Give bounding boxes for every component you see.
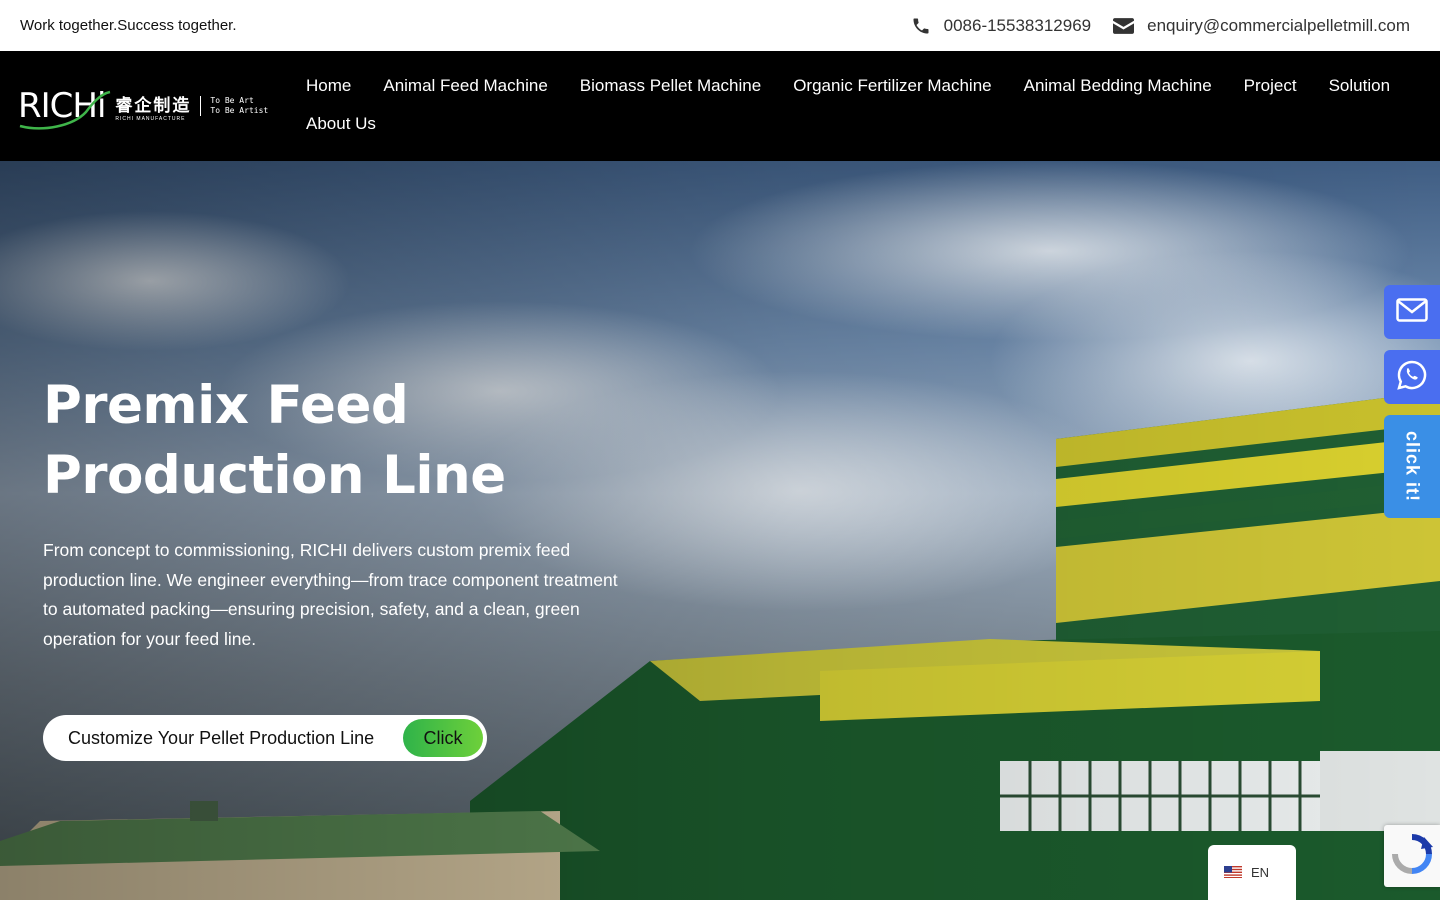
nav-item-project[interactable]: Project	[1244, 67, 1297, 105]
logo-chinese: 睿企制造 RICHI MANUFACTURE	[115, 95, 192, 122]
float-click-it-button[interactable]: click it!	[1384, 415, 1440, 518]
logo[interactable]: RICHi 睿企制造 RICHI MANUFACTURE To Be Art T…	[18, 81, 273, 131]
logo-divider	[200, 96, 202, 116]
hero-overlay	[0, 161, 1440, 900]
logo-swoosh-icon	[19, 90, 111, 130]
cta-click-pill[interactable]: Click	[403, 719, 483, 757]
click-it-label: click it!	[1402, 430, 1423, 503]
envelope-icon	[1396, 297, 1428, 327]
nav-item-organic-fertilizer-machine[interactable]: Organic Fertilizer Machine	[793, 67, 991, 105]
hero-title: Premix Feed Production Line	[43, 375, 506, 506]
phone-number: 0086-15538312969	[943, 15, 1092, 35]
email-link[interactable]: enquiry@commercialpelletmill.com	[1113, 16, 1410, 36]
us-flag-icon	[1224, 865, 1242, 883]
nav-item-home[interactable]: Home	[306, 67, 351, 105]
tagline: Work together.Success together.	[20, 17, 237, 34]
language-switcher[interactable]: EN	[1208, 845, 1296, 900]
float-whatsapp-button[interactable]	[1384, 350, 1440, 404]
cta-label: Customize Your Pellet Production Line	[68, 727, 375, 748]
email-address: enquiry@commercialpelletmill.com	[1147, 15, 1410, 35]
top-bar: Work together.Success together. 0086-155…	[0, 0, 1440, 51]
contact-info: 0086-15538312969 enquiry@commercialpelle…	[911, 16, 1410, 36]
logo-tagline: To Be Art To Be Artist	[210, 96, 269, 115]
customize-line-button[interactable]: Customize Your Pellet Production Line Cl…	[43, 715, 487, 761]
phone-icon	[911, 16, 931, 36]
language-code: EN	[1251, 865, 1270, 880]
whatsapp-icon	[1396, 359, 1428, 396]
recaptcha-icon	[1391, 833, 1433, 880]
hero-section: Premix Feed Production Line From concept…	[0, 161, 1440, 900]
float-email-button[interactable]	[1384, 285, 1440, 339]
nav-item-animal-bedding-machine[interactable]: Animal Bedding Machine	[1024, 67, 1212, 105]
logo-word: RICHi	[18, 86, 111, 130]
recaptcha-badge[interactable]	[1384, 825, 1440, 887]
main-nav: RICHi 睿企制造 RICHI MANUFACTURE To Be Art T…	[0, 51, 1440, 161]
envelope-icon	[1113, 17, 1135, 34]
nav-item-about-us[interactable]: About Us	[306, 105, 376, 143]
nav-item-biomass-pellet-machine[interactable]: Biomass Pellet Machine	[580, 67, 761, 105]
nav-menu: Home Animal Feed Machine Biomass Pellet …	[306, 51, 1416, 143]
hero-description: From concept to commissioning, RICHI del…	[43, 540, 618, 649]
phone-link[interactable]: 0086-15538312969	[911, 16, 1091, 36]
nav-item-animal-feed-machine[interactable]: Animal Feed Machine	[383, 67, 547, 105]
nav-item-solution[interactable]: Solution	[1329, 67, 1390, 105]
